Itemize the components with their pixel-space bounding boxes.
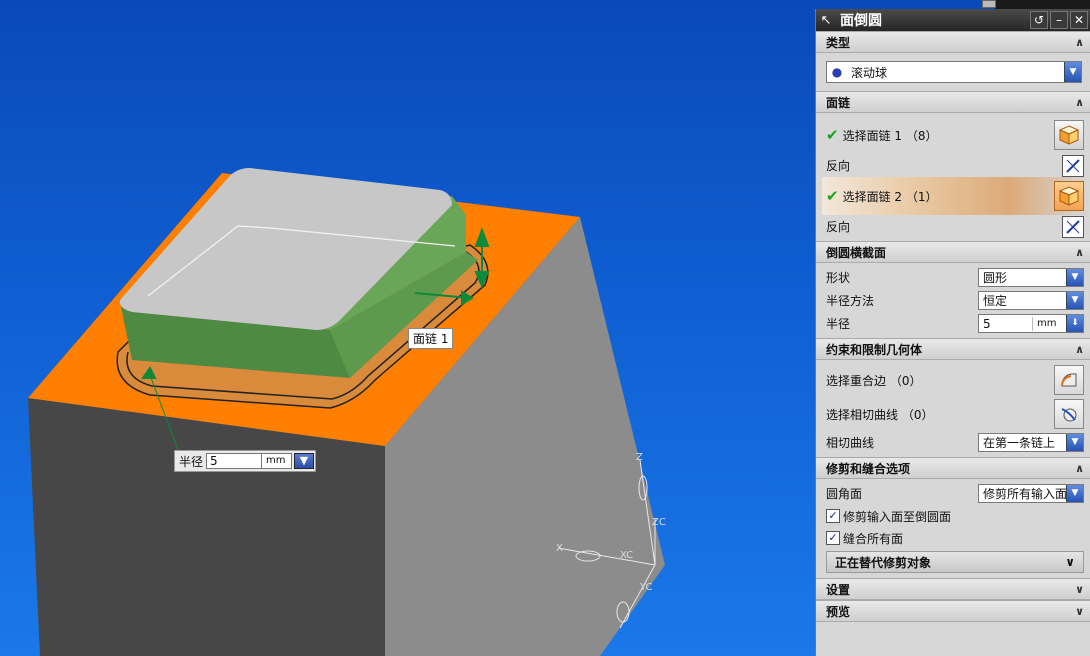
collapse-icon: ∧	[1075, 342, 1084, 356]
axis-yc-label: YC	[640, 582, 653, 593]
expand-icon: ∨	[1065, 555, 1075, 569]
trim-inputs-label: 修剪输入面至倒圆面	[843, 509, 952, 524]
radius-method-value: 恒定	[983, 294, 1008, 308]
section-cross-section-header[interactable]: 倒圆横截面 ∧	[816, 241, 1090, 263]
axis-x-label: X	[556, 543, 563, 554]
select-face-chain-2-label: 选择面链 2 （1）	[842, 189, 938, 204]
axis-zc-label: ZC	[652, 517, 666, 528]
reverse-icon	[1066, 158, 1080, 173]
reverse-1-label: 反向	[826, 159, 851, 173]
section-preview-header[interactable]: 预览 ∨	[816, 600, 1090, 622]
replace-trim-subsection[interactable]: 正在替代修剪对象 ∨	[826, 551, 1084, 573]
section-type-header[interactable]: 类型 ∧	[816, 31, 1090, 53]
select-face-button[interactable]	[1054, 120, 1084, 150]
replace-trim-title: 正在替代修剪对象	[835, 555, 932, 570]
tangent-curves-label: 选择相切曲线 （0）	[826, 407, 934, 422]
expand-icon: ∨	[1075, 582, 1084, 596]
face-chain-callout: 面链 1	[408, 328, 454, 349]
cube-icon	[1058, 186, 1080, 206]
select-edge-button[interactable]	[1054, 365, 1084, 395]
collapse-icon: ∧	[1075, 461, 1084, 475]
section-settings-header[interactable]: 设置 ∨	[816, 578, 1090, 600]
corner-face-value: 修剪所有输入面	[983, 487, 1066, 501]
select-face-button[interactable]	[1054, 181, 1084, 211]
top-toolbar-strip	[982, 0, 1090, 9]
select-tangent-curves-row[interactable]: 选择相切曲线 （0）	[826, 397, 1084, 431]
section-trim-title: 修剪和缝合选项	[826, 461, 911, 476]
axis-z-label: Z	[636, 452, 643, 463]
chevron-down-icon[interactable]: ▼	[1066, 434, 1083, 451]
reset-icon[interactable]: ↺	[1030, 11, 1048, 29]
sew-all-label: 缝合所有面	[843, 531, 904, 546]
reverse-icon	[1066, 219, 1080, 234]
shape-select[interactable]: 圆形 ▼	[978, 268, 1084, 287]
onscreen-radius-input: 半径 5 mm ▼	[174, 450, 316, 472]
reverse-direction-1-button[interactable]	[1062, 154, 1084, 177]
shape-value: 圆形	[983, 271, 1008, 285]
trim-inputs-checkbox[interactable]: ✓	[826, 509, 840, 523]
dialog-titlebar[interactable]: ↖ 面倒圆 ↺ – ✕	[816, 9, 1090, 31]
chevron-down-icon[interactable]: ▼	[1066, 485, 1083, 502]
arrow-down-icon[interactable]: ⬇	[1066, 315, 1083, 332]
collapse-icon: ∧	[1075, 35, 1084, 49]
close-icon[interactable]: ✕	[1070, 11, 1088, 29]
edge-icon	[1061, 373, 1077, 387]
pin-icon[interactable]: ↖	[816, 13, 836, 28]
collapse-icon: ∧	[1075, 245, 1084, 259]
tangent-curve-value: 在第一条链上	[983, 436, 1056, 450]
section-constraints-header[interactable]: 约束和限制几何体 ∧	[816, 338, 1090, 360]
axis-xc-label: XC	[620, 550, 634, 561]
section-settings-title: 设置	[826, 582, 851, 597]
reverse-direction-2-button[interactable]	[1062, 215, 1084, 238]
graphics-viewport[interactable]: 面链 1 Z ZC X XC YC 半径 5 mm ▼	[0, 0, 815, 656]
curve-icon	[1061, 408, 1077, 422]
onscreen-radius-unit: mm	[262, 453, 293, 469]
reverse-2-label: 反向	[826, 220, 851, 234]
corner-face-select[interactable]: 修剪所有输入面 ▼	[978, 484, 1084, 503]
collapse-icon: ∧	[1075, 95, 1084, 109]
select-face-chain-2-row[interactable]: ✔ 选择面链 2 （1）	[822, 177, 1090, 215]
face-blend-dialog: ↖ 面倒圆 ↺ – ✕ 类型 ∧ ● 滚动球 ▼ 面链 ∧ ✔ 选择面链 1 （…	[815, 9, 1090, 656]
section-face-chain-title: 面链	[826, 95, 851, 110]
radius-input[interactable]: 5 mm ⬇	[978, 314, 1084, 333]
tangent-curve-select[interactable]: 在第一条链上 ▼	[978, 433, 1084, 452]
shape-label: 形状	[826, 271, 851, 285]
radius-unit: mm	[1037, 318, 1057, 329]
check-icon: ✔	[826, 126, 839, 144]
rolling-ball-icon: ●	[831, 65, 843, 79]
section-face-chain-header[interactable]: 面链 ∧	[816, 91, 1090, 113]
select-curve-button[interactable]	[1054, 399, 1084, 429]
section-cross-section-title: 倒圆横截面	[826, 245, 887, 260]
section-constraints-title: 约束和限制几何体	[826, 342, 923, 357]
section-type-title: 类型	[826, 35, 851, 50]
type-select-value: 滚动球	[851, 65, 888, 80]
toolbar-tab[interactable]	[982, 0, 996, 8]
select-coincident-edges-row[interactable]: 选择重合边 （0）	[826, 363, 1084, 397]
tangent-curve-label: 相切曲线	[826, 436, 875, 450]
coincident-edges-label: 选择重合边 （0）	[826, 373, 922, 388]
radius-label: 半径	[826, 317, 851, 331]
chevron-down-icon[interactable]: ▼	[1066, 292, 1083, 309]
corner-face-label: 圆角面	[826, 487, 863, 501]
type-select[interactable]: ● 滚动球 ▼	[826, 61, 1082, 83]
dialog-title: 面倒圆	[840, 13, 882, 29]
select-face-chain-1-label: 选择面链 1 （8）	[842, 128, 938, 143]
onscreen-radius-menu-button[interactable]: ▼	[294, 453, 315, 469]
onscreen-radius-label: 半径	[179, 454, 204, 469]
expand-icon: ∨	[1075, 604, 1084, 618]
check-icon: ✔	[826, 187, 839, 205]
chevron-down-icon[interactable]: ▼	[1064, 62, 1081, 82]
minimize-icon[interactable]: –	[1050, 11, 1068, 29]
radius-method-label: 半径方法	[826, 294, 875, 308]
section-preview-title: 预览	[826, 604, 851, 619]
select-face-chain-1-row[interactable]: ✔ 选择面链 1 （8）	[826, 116, 1084, 154]
radius-value[interactable]: 5	[979, 316, 1033, 331]
radius-method-select[interactable]: 恒定 ▼	[978, 291, 1084, 310]
chevron-down-icon[interactable]: ▼	[1066, 269, 1083, 286]
sew-all-checkbox[interactable]: ✓	[826, 531, 840, 545]
onscreen-radius-field[interactable]: 5	[206, 453, 263, 469]
section-trim-header[interactable]: 修剪和缝合选项 ∧	[816, 457, 1090, 479]
cube-icon	[1058, 125, 1080, 145]
